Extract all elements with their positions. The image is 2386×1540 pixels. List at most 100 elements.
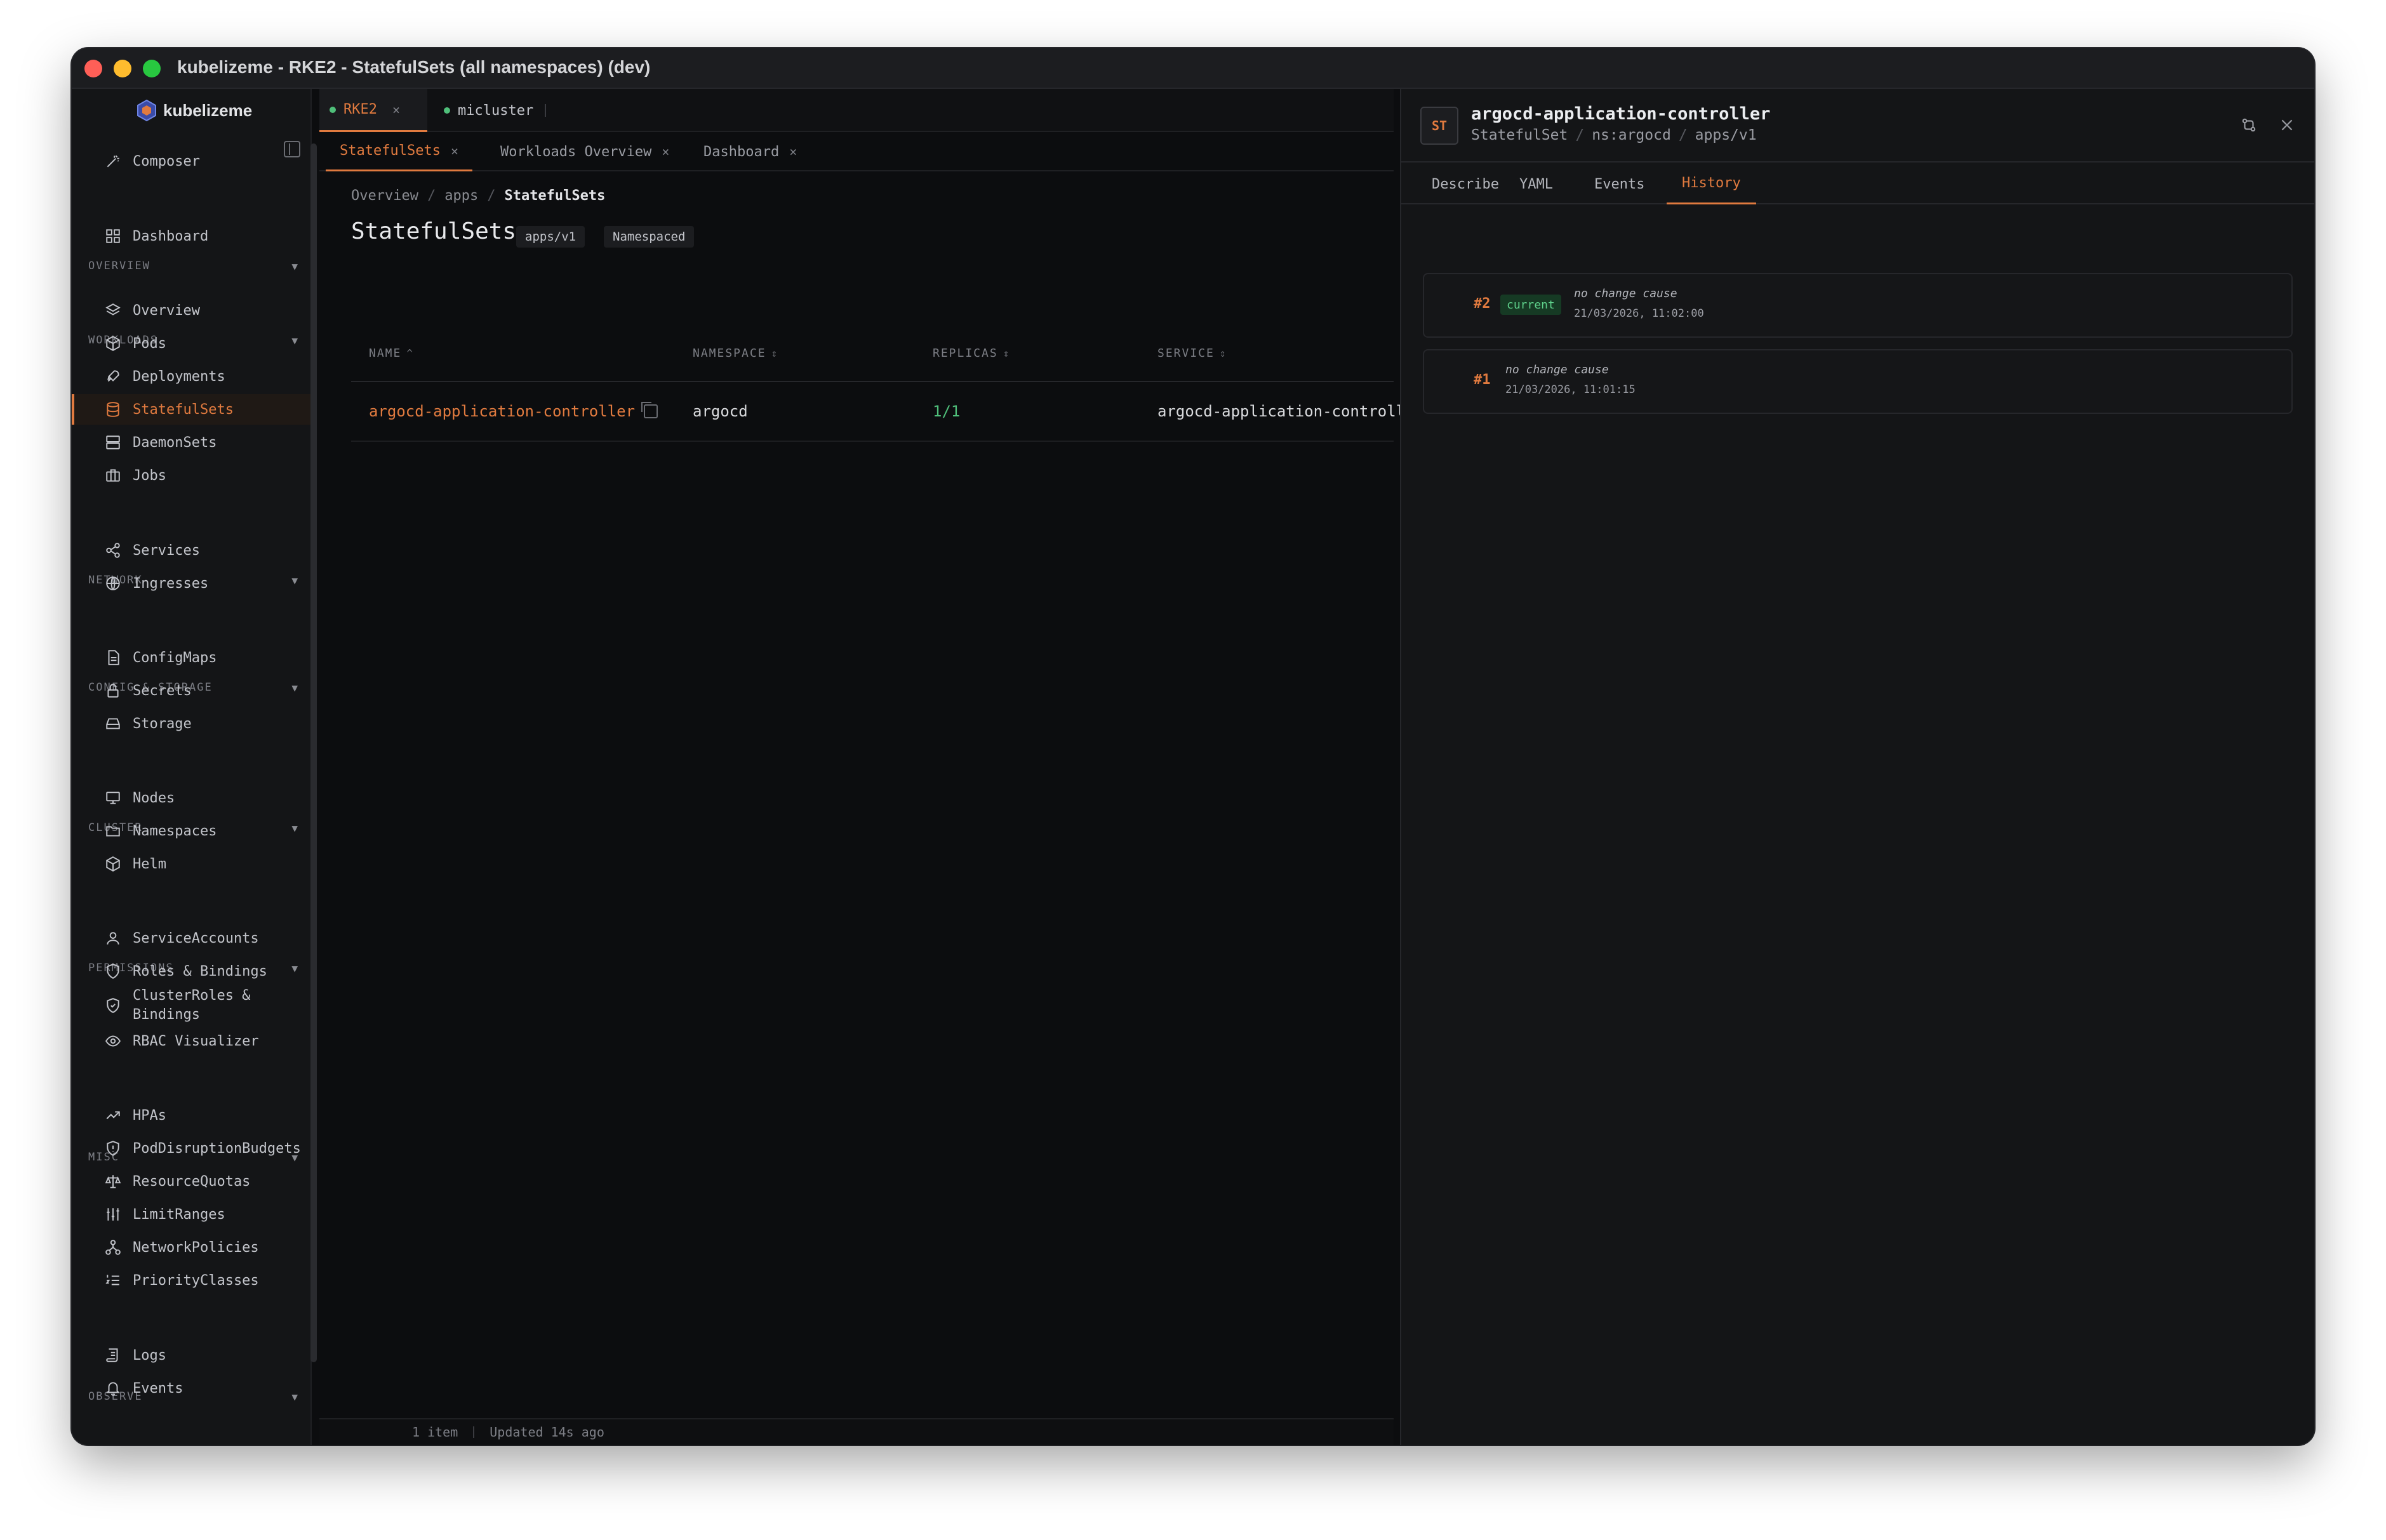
compare-icon[interactable]	[2238, 114, 2260, 136]
sidebar-item-label: PodDisruptionBudgets	[133, 1140, 301, 1157]
tab-workloads-overview[interactable]: Workloads Overview ×	[486, 132, 683, 171]
service-cell: argocd-application-controll	[1157, 402, 1406, 420]
section-overview[interactable]: OVERVIEW ▼	[88, 256, 298, 275]
sidebar-item-label: ServiceAccounts	[133, 930, 259, 946]
sidebar-item-nodes[interactable]: Nodes	[72, 783, 310, 813]
current-badge: current	[1500, 295, 1561, 315]
brand-name: kubelizeme	[163, 100, 253, 120]
breadcrumb-separator: /	[427, 188, 436, 204]
table-row[interactable]: argocd-application-controller argocd 1/1…	[351, 383, 1405, 442]
sidebar-item-limitranges[interactable]: LimitRanges	[72, 1199, 310, 1230]
sliders-icon	[103, 1205, 123, 1224]
sidebar-item-label: Jobs	[133, 467, 166, 484]
tab-events[interactable]: Events	[1579, 164, 1660, 204]
sidebar-item-ingresses[interactable]: Ingresses	[72, 568, 310, 599]
copy-icon[interactable]	[641, 402, 658, 418]
sidebar-item-daemonsets[interactable]: DaemonSets	[72, 427, 310, 458]
column-header-namespace[interactable]: NAMESPACE ⇕	[693, 347, 777, 360]
sidebar-item-services[interactable]: Services	[72, 535, 310, 566]
breadcrumb-overview[interactable]: Overview	[351, 188, 418, 204]
cluster-tab-rke2[interactable]: RKE2 ×	[319, 89, 427, 132]
sidebar-item-priorityclasses[interactable]: PriorityClasses	[72, 1265, 310, 1296]
sidebar-item-secrets[interactable]: Secrets	[72, 675, 310, 706]
revision-change-cause: no change cause	[1505, 363, 1609, 376]
box-icon	[103, 334, 123, 353]
breadcrumb: Overview / apps / StatefulSets	[351, 188, 605, 204]
label-line: Bindings	[133, 1007, 200, 1023]
revision-number: #1	[1474, 372, 1491, 388]
close-icon[interactable]: ×	[662, 144, 669, 159]
sidebar-item-statefulsets[interactable]: StatefulSets	[72, 394, 310, 425]
grid-icon	[103, 227, 123, 246]
column-header-service[interactable]: SERVICE ⇕	[1157, 347, 1226, 360]
close-icon[interactable]: ×	[392, 102, 400, 117]
sidebar-item-composer[interactable]: Composer	[72, 146, 310, 176]
breadcrumb-apps[interactable]: apps	[444, 188, 478, 204]
sidebar-item-namespaces[interactable]: Namespaces	[72, 816, 310, 846]
revision-timestamp: 21/03/2026, 11:01:15	[1505, 383, 1636, 396]
maximize-window-button[interactable]	[143, 60, 161, 77]
network-icon	[103, 1238, 123, 1257]
view-tabs: StatefulSets × Workloads Overview × Dash…	[319, 132, 1394, 171]
sidebar-item-jobs[interactable]: Jobs	[72, 460, 310, 491]
sidebar-item-configmaps[interactable]: ConfigMaps	[72, 642, 310, 673]
sidebar-item-serviceaccounts[interactable]: ServiceAccounts	[72, 923, 310, 953]
sidebar-item-label: Logs	[133, 1347, 166, 1364]
kubelizeme-logo-icon	[137, 99, 156, 122]
sidebar-item-deployments[interactable]: Deployments	[72, 361, 310, 392]
close-window-button[interactable]	[84, 60, 102, 77]
minimize-window-button[interactable]	[114, 60, 131, 77]
sidebar-item-roles-bindings[interactable]: Roles & Bindings	[72, 956, 310, 986]
lock-icon	[103, 681, 123, 700]
sidebar-item-label: PriorityClasses	[133, 1272, 259, 1289]
sidebar-item-label: Overview	[133, 302, 200, 319]
tab-dashboard[interactable]: Dashboard ×	[690, 132, 811, 171]
sidebar-item-helm[interactable]: Helm	[72, 849, 310, 879]
sidebar-item-label: Secrets	[133, 682, 192, 699]
sidebar-item-rbac-visualizer[interactable]: RBAC Visualizer	[72, 1026, 310, 1056]
updated-timestamp: Updated 14s ago	[490, 1424, 604, 1440]
title-bar: kubelizeme - RKE2 - StatefulSets (all na…	[72, 48, 2314, 89]
column-label: SERVICE	[1157, 347, 1215, 360]
breadcrumb-current: StatefulSets	[504, 188, 606, 204]
connected-dot-icon	[330, 106, 336, 113]
sidebar-item-resourcequotas[interactable]: ResourceQuotas	[72, 1166, 310, 1197]
column-header-replicas[interactable]: REPLICAS ⇕	[933, 347, 1009, 360]
kind-badge: ST	[1420, 107, 1458, 145]
panel-subtitle: StatefulSet / ns:argocd / apps/v1	[1471, 127, 1757, 143]
resource-name-link[interactable]: argocd-application-controller	[369, 402, 658, 420]
close-icon[interactable]	[2276, 114, 2298, 136]
close-icon[interactable]: ×	[451, 143, 458, 159]
sidebar-item-events[interactable]: Events	[72, 1373, 310, 1404]
column-header-name[interactable]: NAME ^	[369, 347, 413, 360]
rocket-icon	[103, 367, 123, 386]
sidebar-item-label: Storage	[133, 715, 192, 732]
hard-drive-icon	[103, 714, 123, 733]
sidebar-item-pods[interactable]: Pods	[72, 328, 310, 359]
tab-describe[interactable]: Describe	[1416, 164, 1514, 204]
revision-item[interactable]: #1 no change cause 21/03/2026, 11:01:15	[1423, 349, 2293, 414]
scope-badge: Namespaced	[604, 226, 695, 248]
sidebar-item-label: Roles & Bindings	[133, 963, 267, 979]
sidebar-item-overview[interactable]: Overview	[72, 295, 310, 326]
brand[interactable]: kubelizeme	[135, 96, 252, 124]
sidebar-item-storage[interactable]: Storage	[72, 708, 310, 739]
tab-statefulsets[interactable]: StatefulSets ×	[326, 132, 472, 171]
sidebar-item-dashboard[interactable]: Dashboard	[72, 221, 310, 251]
shield-check-icon	[103, 996, 123, 1015]
tab-yaml[interactable]: YAML	[1504, 164, 1568, 204]
column-label: REPLICAS	[933, 347, 998, 360]
sidebar-item-networkpolicies[interactable]: NetworkPolicies	[72, 1232, 310, 1263]
tab-history[interactable]: History	[1667, 164, 1756, 204]
sidebar-item-pdbs[interactable]: PodDisruptionBudgets	[72, 1133, 310, 1164]
revision-item[interactable]: #2 current no change cause 21/03/2026, 1…	[1423, 273, 2293, 338]
scale-icon	[103, 1172, 123, 1191]
close-icon[interactable]: ×	[789, 144, 797, 159]
sidebar-item-clusterroles-bindings[interactable]: ClusterRoles & Bindings	[72, 983, 310, 1028]
sidebar-item-logs[interactable]: Logs	[72, 1340, 310, 1371]
sidebar-item-label: HPAs	[133, 1107, 166, 1124]
sidebar-scrollbar[interactable]	[310, 143, 317, 1362]
sidebar-item-label: ClusterRoles & Bindings	[133, 986, 250, 1025]
cluster-tab-micluster[interactable]: micluster	[437, 89, 547, 132]
sidebar-item-hpas[interactable]: HPAs	[72, 1100, 310, 1131]
